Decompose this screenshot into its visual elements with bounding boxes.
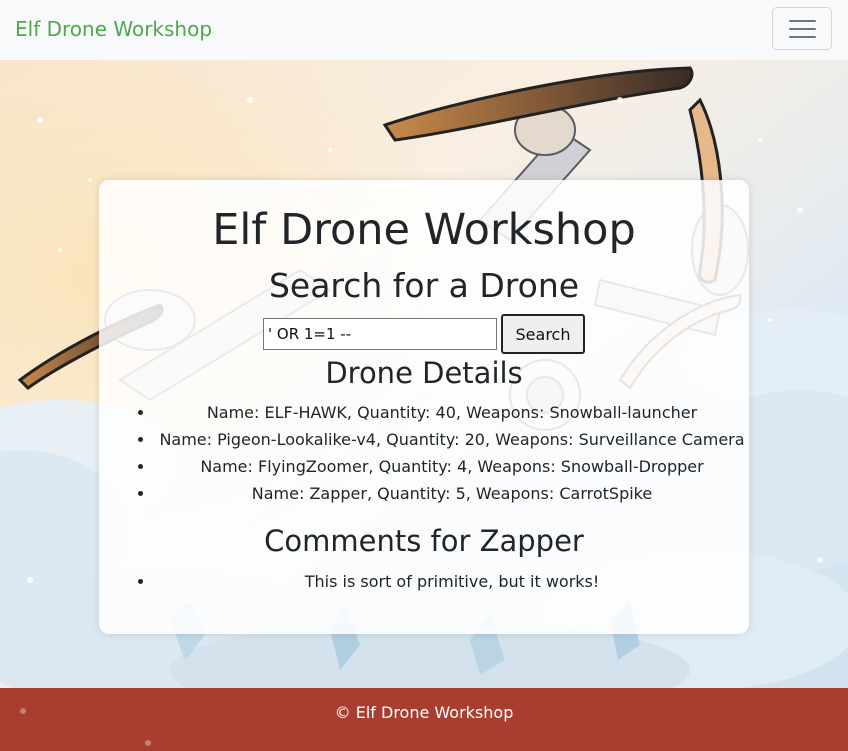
drone-list-item: Name: ELF-HAWK, Quantity: 40, Weapons: S… [155,399,749,426]
search-button[interactable]: Search [501,314,585,354]
drone-details-heading: Drone Details [325,356,523,390]
drone-list-item: Name: FlyingZoomer, Quantity: 4, Weapons… [155,453,749,480]
main-card: Elf Drone Workshop Search for a Drone Se… [99,180,749,634]
comments-heading: Comments for Zapper [264,524,584,558]
comments-list: This is sort of primitive, but it works! [99,568,749,595]
drone-list-item: Name: Pigeon-Lookalike-v4, Quantity: 20,… [155,426,749,453]
drone-details-list: Name: ELF-HAWK, Quantity: 40, Weapons: S… [99,399,749,507]
drone-list-item: Name: Zapper, Quantity: 5, Weapons: Carr… [155,480,749,507]
snow-dot-decoration [20,708,26,714]
page-title: Elf Drone Workshop [212,205,636,255]
footer: © Elf Drone Workshop [0,688,848,751]
comment-list-item: This is sort of primitive, but it works! [155,568,749,595]
footer-copyright: © Elf Drone Workshop [334,703,514,722]
navbar-brand-link[interactable]: Elf Drone Workshop [15,14,212,44]
drone-search-input[interactable] [263,318,497,350]
search-heading: Search for a Drone [268,266,580,305]
snow-dot-decoration [145,740,151,746]
navbar-toggler-button[interactable] [772,7,832,50]
navbar: Elf Drone Workshop [0,0,848,60]
